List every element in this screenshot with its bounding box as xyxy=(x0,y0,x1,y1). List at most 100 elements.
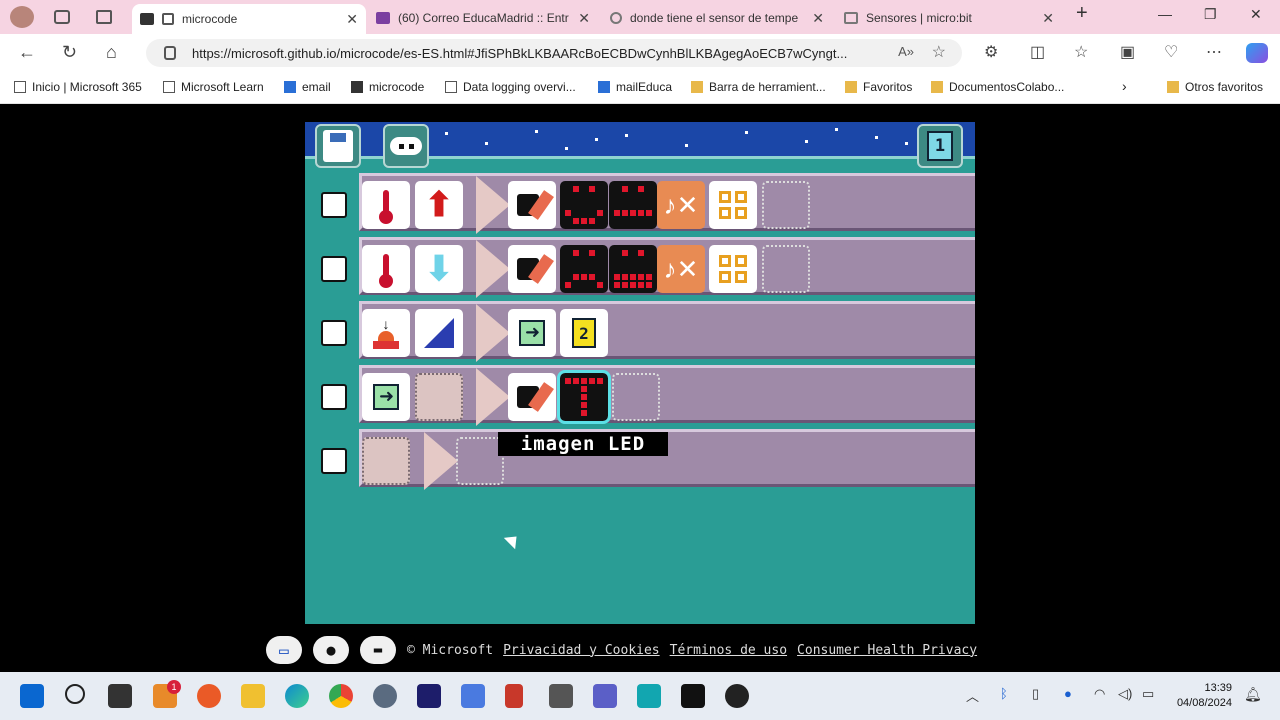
tab-microcode[interactable]: microcode ✕ xyxy=(132,4,366,34)
file-explorer-icon[interactable] xyxy=(241,684,265,708)
microphone-icon[interactable]: ● xyxy=(1064,686,1072,701)
save-disk-button[interactable] xyxy=(315,124,361,168)
bluetooth-icon[interactable]: ᛒ xyxy=(1000,686,1008,701)
paint-icon[interactable] xyxy=(508,373,556,421)
bookmark-item[interactable]: Barra de herramient... xyxy=(691,80,826,94)
led-face-4[interactable] xyxy=(609,245,657,293)
sparkle-grid-icon[interactable] xyxy=(709,181,757,229)
wifi-icon[interactable]: ◠ xyxy=(1094,686,1105,702)
tab-sensores[interactable]: Sensores | micro:bit ✕ xyxy=(836,4,1062,32)
paint-icon[interactable] xyxy=(508,181,556,229)
led-face-2[interactable] xyxy=(609,181,657,229)
terms-link[interactable]: Términos de uso xyxy=(670,643,787,658)
rule-checkbox[interactable] xyxy=(321,384,347,410)
new-tab-icon[interactable]: + xyxy=(1076,2,1088,25)
teams-icon[interactable] xyxy=(593,684,617,708)
led-t[interactable] xyxy=(557,370,611,424)
page-2-icon[interactable]: 2 xyxy=(560,309,608,357)
window-close-icon[interactable]: ✕ xyxy=(1250,6,1262,23)
app-icon[interactable] xyxy=(681,684,705,708)
browser-essentials-icon[interactable]: ♡ xyxy=(1164,42,1178,62)
bookmark-item[interactable]: Favoritos xyxy=(845,80,912,94)
restore-icon[interactable]: ❐ xyxy=(1204,6,1217,23)
notes-icon[interactable] xyxy=(505,684,523,708)
tab-actions-icon[interactable] xyxy=(96,10,112,24)
page-start-icon[interactable]: ➜ xyxy=(362,373,410,421)
notifications-bell-icon[interactable]: 🔔︎ xyxy=(1244,686,1262,703)
rule-checkbox[interactable] xyxy=(321,448,347,474)
switch-page-icon[interactable]: ➜ xyxy=(508,309,556,357)
settings-icon[interactable] xyxy=(373,684,397,708)
workspaces-icon[interactable] xyxy=(54,10,70,24)
close-icon[interactable]: ✕ xyxy=(578,10,590,27)
edge-icon[interactable] xyxy=(285,684,309,708)
rule-checkbox[interactable] xyxy=(321,256,347,282)
bookmark-item[interactable]: Microsoft Learn xyxy=(163,80,264,94)
led-face-1[interactable] xyxy=(560,181,608,229)
thermometer-icon[interactable] xyxy=(362,245,410,293)
chat-icon[interactable]: ● xyxy=(313,636,349,664)
connect-microbit-button[interactable] xyxy=(383,124,429,168)
clock[interactable]: 13:39 04/08/2024 xyxy=(1177,681,1232,711)
back-icon[interactable]: ← xyxy=(18,42,36,63)
chevron-up-icon[interactable]: ︿ xyxy=(966,686,979,705)
empty-slot[interactable] xyxy=(415,373,463,421)
volume-icon[interactable]: ◁) xyxy=(1118,686,1132,702)
tab-search[interactable]: donde tiene el sensor de tempe ✕ xyxy=(602,4,832,32)
start-icon[interactable] xyxy=(20,684,44,708)
close-icon[interactable]: ✕ xyxy=(1042,10,1054,27)
educa-icon[interactable] xyxy=(637,684,661,708)
press-button-icon[interactable]: ↓ xyxy=(362,309,410,357)
thermometer-icon[interactable] xyxy=(362,181,410,229)
split-screen-icon[interactable]: ◫ xyxy=(1030,42,1045,62)
arrow-down-icon[interactable]: ⬇ xyxy=(415,245,463,293)
search-icon[interactable] xyxy=(65,684,85,704)
bookmark-item[interactable]: Inicio | Microsoft 365 xyxy=(14,80,142,94)
empty-slot[interactable] xyxy=(762,181,810,229)
read-aloud-icon[interactable]: A» xyxy=(898,44,914,59)
usb-icon[interactable]: ▯ xyxy=(1032,686,1039,702)
empty-slot[interactable] xyxy=(612,373,660,421)
home-icon[interactable]: ⌂ xyxy=(106,42,117,63)
minimize-icon[interactable]: — xyxy=(1158,6,1172,22)
bookmark-item[interactable]: Otros favoritos xyxy=(1167,80,1263,94)
consumer-health-link[interactable]: Consumer Health Privacy xyxy=(797,643,977,658)
led-face-3[interactable] xyxy=(560,245,608,293)
bookmark-item[interactable]: Data logging overvi... xyxy=(445,80,576,94)
audition-icon[interactable] xyxy=(417,684,441,708)
sparkle-grid-icon[interactable] xyxy=(709,245,757,293)
rule-checkbox[interactable] xyxy=(321,320,347,346)
copilot-icon[interactable] xyxy=(1246,43,1268,63)
bookmark-item[interactable]: email xyxy=(284,80,331,94)
tab-correo[interactable]: (60) Correo EducaMadrid :: Entr ✕ xyxy=(368,4,598,32)
close-icon[interactable]: ✕ xyxy=(812,10,824,27)
app-icon[interactable] xyxy=(549,684,573,708)
more-menu-icon[interactable]: ⋯ xyxy=(1206,42,1222,62)
sound-effect-icon[interactable]: ♪✕ xyxy=(657,181,705,229)
profile-avatar[interactable] xyxy=(10,6,34,28)
book-icon[interactable]: ▭ xyxy=(266,636,302,664)
obs-icon[interactable] xyxy=(725,684,749,708)
battery-icon[interactable]: ▭ xyxy=(1142,686,1154,702)
firefox-icon[interactable] xyxy=(197,684,221,708)
sound-effect-icon[interactable]: ♪✕ xyxy=(657,245,705,293)
app-icon[interactable] xyxy=(461,684,485,708)
empty-slot[interactable] xyxy=(362,437,410,485)
speaker-icon[interactable] xyxy=(162,13,174,25)
privacy-link[interactable]: Privacidad y Cookies xyxy=(503,643,660,658)
paint-icon[interactable] xyxy=(508,245,556,293)
bookmark-item[interactable]: mailEduca xyxy=(598,80,672,94)
button-a-icon[interactable] xyxy=(415,309,463,357)
chrome-icon[interactable] xyxy=(329,684,353,708)
empty-slot[interactable] xyxy=(762,245,810,293)
extensions-icon[interactable]: ⚙ xyxy=(984,42,998,62)
rule-checkbox[interactable] xyxy=(321,192,347,218)
favorite-star-icon[interactable]: ☆ xyxy=(932,42,946,62)
collections-icon[interactable]: ▣ xyxy=(1120,42,1135,62)
chevron-right-icon[interactable]: › xyxy=(1122,78,1127,94)
close-icon[interactable]: ✕ xyxy=(346,11,358,28)
camera-icon[interactable]: ▬ xyxy=(360,636,396,664)
bookmark-item[interactable]: DocumentosColabo... xyxy=(931,80,1064,94)
bookmark-item[interactable]: microcode xyxy=(351,80,424,94)
task-view-icon[interactable] xyxy=(108,684,132,708)
